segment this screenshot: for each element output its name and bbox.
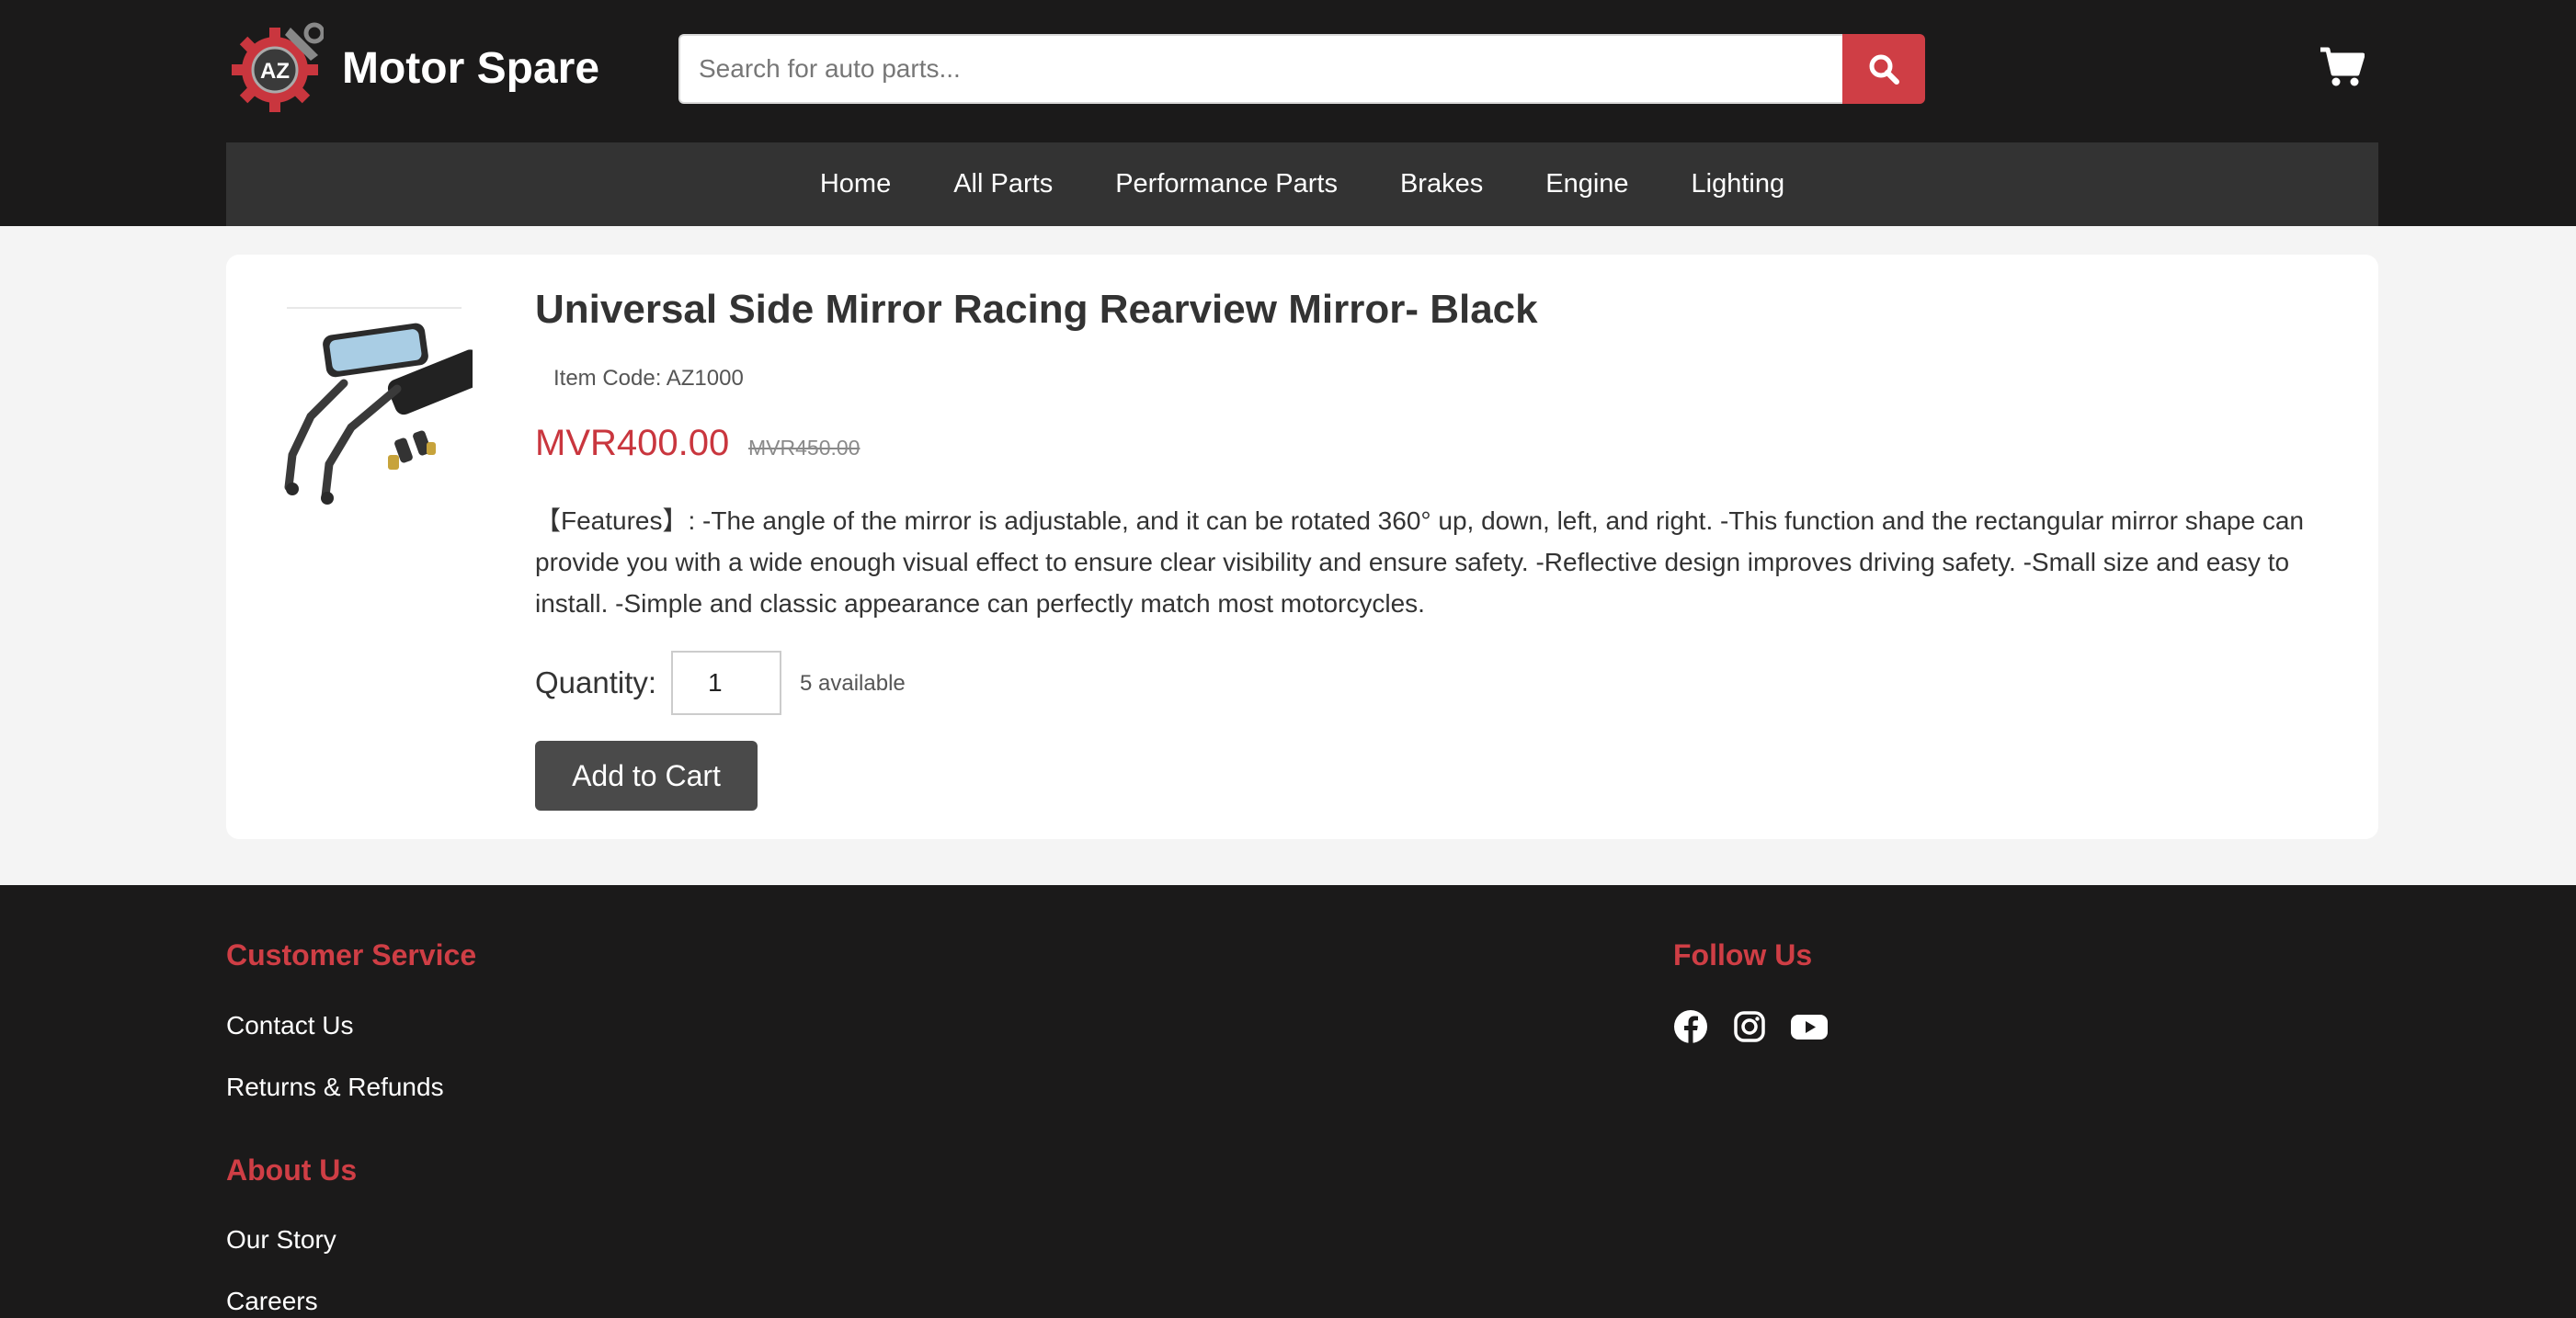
- logo-gear-icon: AZ: [232, 22, 324, 112]
- nav-item-home[interactable]: Home: [820, 169, 891, 199]
- product-old-price: MVR450.00: [748, 436, 861, 460]
- youtube-icon[interactable]: [1789, 1009, 1829, 1044]
- footer-follow-heading: Follow Us: [1673, 938, 1813, 971]
- search-icon: [1869, 54, 1899, 85]
- footer-link-careers[interactable]: Careers: [226, 1287, 318, 1316]
- main-nav: Home All Parts Performance Parts Brakes …: [226, 142, 2378, 226]
- footer-customer-service-heading: Customer Service: [226, 938, 477, 971]
- instagram-icon[interactable]: [1732, 1009, 1767, 1044]
- search-button[interactable]: [1842, 34, 1925, 104]
- nav-item-brakes[interactable]: Brakes: [1400, 169, 1483, 199]
- add-to-cart-button[interactable]: Add to Cart: [535, 741, 758, 811]
- footer-link-our-story[interactable]: Our Story: [226, 1225, 336, 1255]
- product-price: MVR400.00: [535, 423, 730, 463]
- product-description: 【Features】: -The angle of the mirror is …: [535, 506, 2305, 618]
- footer-link-contact-us[interactable]: Contact Us: [226, 1011, 354, 1040]
- footer-link-returns-refunds[interactable]: Returns & Refunds: [226, 1073, 444, 1102]
- facebook-icon[interactable]: [1673, 1009, 1708, 1044]
- cart-button[interactable]: [2319, 46, 2365, 88]
- quantity-label: Quantity:: [535, 665, 657, 699]
- site-logo[interactable]: AZ Motor Spare: [226, 20, 599, 116]
- cart-icon: [2320, 47, 2365, 86]
- logo-letters: AZ: [260, 59, 290, 84]
- search-input[interactable]: [678, 34, 1842, 104]
- nav-item-all-parts[interactable]: All Parts: [953, 169, 1053, 199]
- brand-name: Motor Spare: [342, 43, 600, 93]
- item-code: Item Code: AZ1000: [553, 366, 744, 391]
- nav-item-engine[interactable]: Engine: [1545, 169, 1628, 199]
- nav-item-lighting[interactable]: Lighting: [1692, 169, 1785, 199]
- quantity-input[interactable]: [671, 651, 781, 715]
- product-title: Universal Side Mirror Racing Rearview Mi…: [535, 287, 1538, 332]
- availability-text: 5 available: [800, 671, 906, 696]
- search-bar: [678, 34, 1925, 104]
- nav-item-performance-parts[interactable]: Performance Parts: [1115, 169, 1338, 199]
- site-header: AZ Motor Spare Home All Parts Performanc…: [0, 0, 2576, 226]
- product-image: [259, 280, 473, 510]
- footer-about-heading: About Us: [226, 1153, 358, 1187]
